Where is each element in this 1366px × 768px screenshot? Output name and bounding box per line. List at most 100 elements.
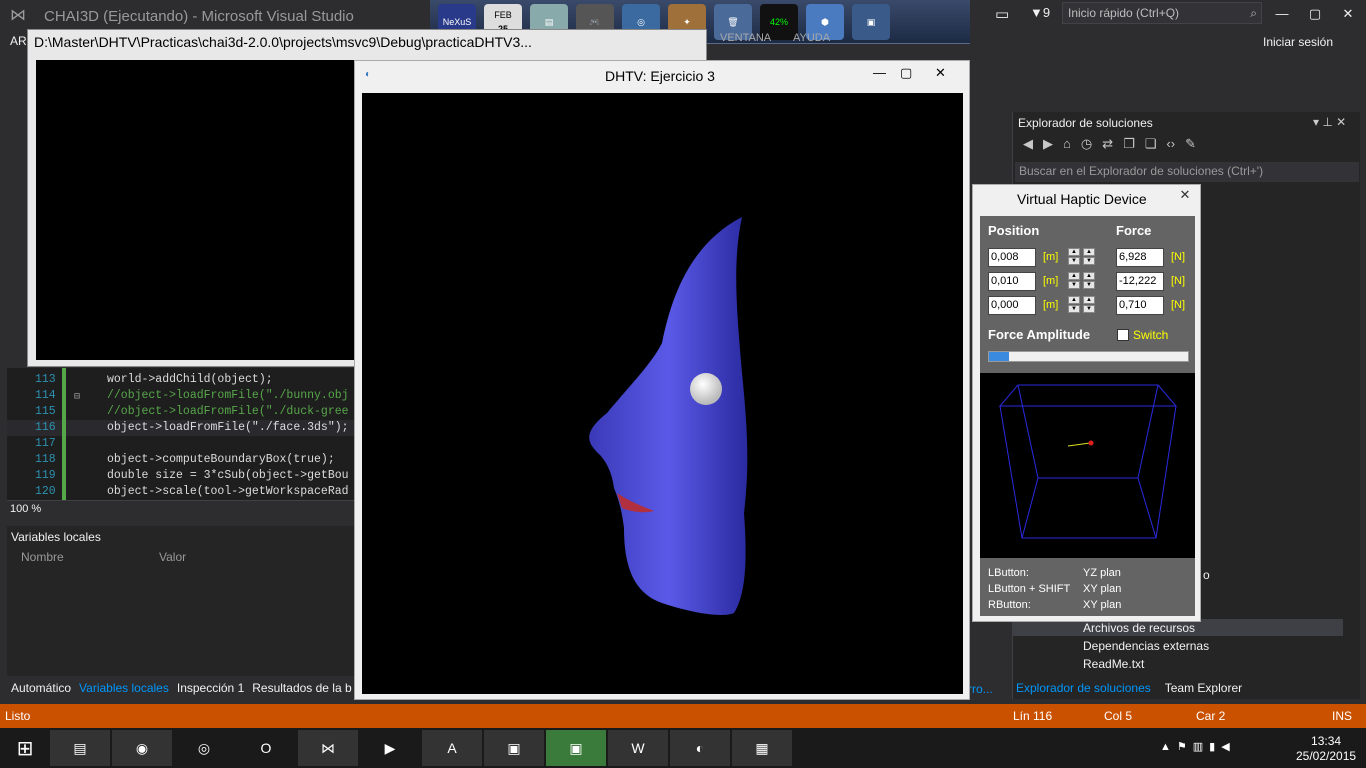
minimize-button[interactable]: —: [1270, 4, 1294, 24]
clock-time: 13:34: [1311, 734, 1342, 748]
code-editor[interactable]: 113 world->addChild(object); 114 //object-…: [7, 368, 354, 500]
dhtv-close-button[interactable]: ✕: [935, 65, 946, 81]
status-ins: INS: [1332, 709, 1353, 723]
tree-item-archivos-recursos[interactable]: Archivos de recursos: [1083, 621, 1195, 635]
properties-icon[interactable]: ✎: [1185, 136, 1196, 152]
status-char: Car 2: [1196, 709, 1226, 723]
forward-icon[interactable]: ▶: [1043, 136, 1053, 152]
line-number: 119: [35, 469, 56, 482]
force-z-input[interactable]: 0,710: [1116, 296, 1164, 315]
code-text: //object->loadFromFile("./duck-gree: [107, 405, 349, 418]
force-unit: [N]: [1171, 251, 1186, 263]
windows-start-icon[interactable]: ⊞: [0, 730, 50, 766]
collapse-icon[interactable]: ⊟: [74, 391, 80, 403]
line-number: 114: [35, 389, 56, 402]
photo-icon[interactable]: ▣: [852, 4, 890, 40]
maximize-button[interactable]: ▢: [1303, 4, 1327, 24]
status-line: Lín 116: [1013, 709, 1053, 723]
code-line: 114 //object->loadFromFile("./bunny.obj: [7, 388, 354, 404]
workspace-view[interactable]: [980, 373, 1195, 558]
acrobat-icon[interactable]: A: [422, 730, 482, 766]
solution-explorer-title: Explorador de soluciones: [1018, 116, 1153, 130]
help-key: LButton:: [988, 567, 1029, 579]
column-value-header[interactable]: Valor: [159, 550, 186, 564]
document-icon[interactable]: ▦: [732, 730, 792, 766]
chrome-icon[interactable]: ◎: [174, 730, 234, 766]
error-list-fragment[interactable]: rro...: [968, 682, 993, 696]
console-app-icon[interactable]: ▣: [484, 730, 544, 766]
tree-item-dependencias[interactable]: Dependencias externas: [1083, 639, 1209, 653]
code-text: world->addChild(object);: [107, 373, 273, 386]
sign-in-link[interactable]: Iniciar sesión: [1263, 35, 1333, 49]
spinner-y2[interactable]: ▲ ▼: [1083, 272, 1096, 291]
media-player-icon[interactable]: ▶: [360, 730, 420, 766]
quick-launch-placeholder: Inicio rápido (Ctrl+Q): [1068, 6, 1180, 20]
tab-team-explorer[interactable]: Team Explorer: [1161, 679, 1246, 697]
position-y-input[interactable]: 0,010: [988, 272, 1036, 291]
force-label: Force: [1116, 223, 1152, 238]
help-value: XY plan: [1083, 599, 1122, 611]
visual-studio-icon[interactable]: ⋈: [298, 730, 358, 766]
feedback-icon[interactable]: ▭: [995, 5, 1009, 23]
system-tray[interactable]: ▲⚑▥▮◀: [1160, 740, 1236, 753]
solution-tabs: Explorador de soluciones Team Explorer: [1012, 679, 1246, 697]
zoom-level[interactable]: 100 %: [10, 503, 41, 515]
back-icon[interactable]: ◀: [1023, 136, 1033, 152]
clock[interactable]: 13:34 25/02/2015: [1296, 734, 1356, 764]
position-x-input[interactable]: 0,008: [988, 248, 1036, 267]
menu-fragment[interactable]: AR: [10, 34, 27, 48]
haptic-title: Virtual Haptic Device: [1017, 191, 1147, 207]
locals-panel: Variables locales Nombre Valor: [7, 526, 354, 676]
menu-ayuda[interactable]: AYUDA: [793, 32, 830, 44]
code-view-icon[interactable]: ‹›: [1166, 136, 1175, 152]
tab-variables-locales[interactable]: Variables locales: [75, 679, 173, 699]
spinner-x2[interactable]: ▲ ▼: [1083, 248, 1096, 267]
word-icon[interactable]: W: [608, 730, 668, 766]
status-col: Col 5: [1104, 709, 1133, 723]
code-line: 115 //object->loadFromFile("./duck-gree: [7, 404, 354, 420]
collapse-all-icon[interactable]: ❐: [1123, 136, 1135, 152]
dhtv-maximize-button[interactable]: ▢: [900, 65, 912, 81]
help-value: XY plan: [1083, 583, 1122, 595]
position-unit: [m]: [1043, 251, 1059, 263]
pin-icon[interactable]: ▾ ⊥ ✕: [1313, 115, 1346, 129]
force-x-input[interactable]: 6,928: [1116, 248, 1164, 267]
history-icon[interactable]: ◷: [1081, 136, 1092, 152]
close-button[interactable]: ✕: [1336, 4, 1360, 24]
tree-item-partial[interactable]: o: [1203, 568, 1210, 582]
notifications-icon[interactable]: ▼9: [1030, 5, 1050, 20]
quick-launch-input[interactable]: Inicio rápido (Ctrl+Q) ⌕: [1062, 2, 1262, 24]
firefox-icon[interactable]: ◉: [112, 730, 172, 766]
spinner-z2[interactable]: ▲ ▼: [1083, 296, 1096, 315]
spinner-x1[interactable]: ▲ ▼: [1068, 248, 1081, 267]
tab-solution-explorer[interactable]: Explorador de soluciones: [1012, 679, 1155, 697]
solution-toolbar: ◀ ▶ ⌂ ◷ ⇄ ❐ ❏ ‹› ✎: [1023, 136, 1196, 152]
line-number: 116: [35, 421, 56, 434]
explorer-icon[interactable]: ▤: [50, 730, 110, 766]
tab-resultados[interactable]: Resultados de la b: [248, 679, 355, 699]
notification-count: 9: [1042, 5, 1051, 20]
column-name-header[interactable]: Nombre: [21, 550, 64, 564]
force-amplitude-fill: [989, 352, 1009, 361]
force-amplitude-label: Force Amplitude: [988, 327, 1091, 342]
dhtv-minimize-button[interactable]: —: [873, 65, 886, 80]
chai3d-app-icon[interactable]: ▣: [546, 730, 606, 766]
outlook-icon[interactable]: O: [236, 730, 296, 766]
force-y-input[interactable]: -12,222: [1116, 272, 1164, 291]
spinner-y1[interactable]: ▲ ▼: [1068, 272, 1081, 291]
spinner-z1[interactable]: ▲ ▼: [1068, 296, 1081, 315]
disk-icon[interactable]: ◐: [670, 730, 730, 766]
home-icon[interactable]: ⌂: [1063, 136, 1071, 152]
tab-automatico[interactable]: Automático: [7, 679, 75, 699]
sync-icon[interactable]: ⇄: [1102, 136, 1113, 152]
haptic-close-button[interactable]: ✕: [1175, 187, 1195, 205]
render-viewport[interactable]: [362, 93, 963, 694]
tree-item-readme[interactable]: ReadMe.txt: [1083, 657, 1144, 671]
tab-inspeccion[interactable]: Inspección 1: [173, 679, 248, 699]
position-z-input[interactable]: 0,000: [988, 296, 1036, 315]
menu-ventana[interactable]: VENTANA: [720, 32, 771, 44]
switch-label: Switch: [1133, 328, 1169, 342]
solution-search-input[interactable]: Buscar en el Explorador de soluciones (C…: [1015, 162, 1359, 182]
switch-checkbox[interactable]: [1117, 329, 1129, 341]
copy-icon[interactable]: ❏: [1145, 136, 1157, 152]
